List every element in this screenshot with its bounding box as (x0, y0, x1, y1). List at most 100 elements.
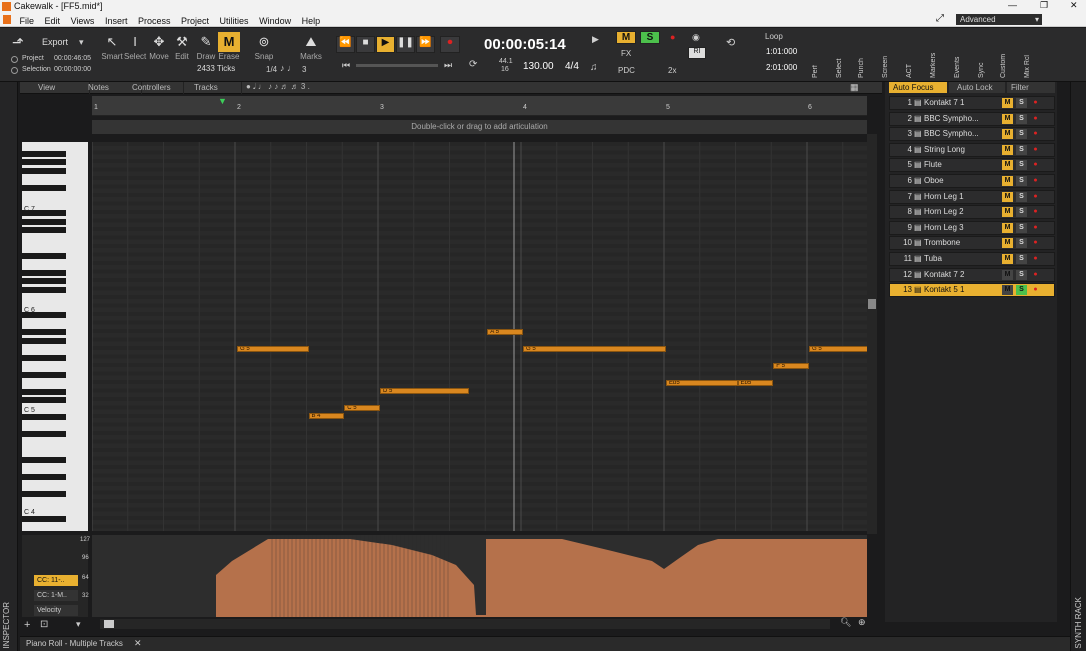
menu-insert[interactable]: Insert (101, 14, 132, 28)
solo-button[interactable]: S (1016, 191, 1027, 202)
track-name[interactable]: Horn Leg 2 (924, 206, 988, 218)
go-end-icon[interactable]: ⏭ (444, 60, 452, 71)
track-name[interactable]: Oboe (924, 175, 988, 187)
now-marker-icon[interactable]: ▼ (218, 96, 227, 106)
piano-keyboard[interactable]: C 7 C 6 C 5 C 4 (22, 142, 88, 531)
menu-window[interactable]: Window (255, 14, 295, 28)
midi-note[interactable]: Eb5 (737, 379, 774, 386)
add-lane-button[interactable]: + (24, 619, 30, 631)
note-duration-icons[interactable]: ♪ ♩ (280, 63, 296, 73)
record-button[interactable]: ⏺ (440, 36, 460, 53)
mute-button[interactable]: M (1002, 113, 1013, 124)
module-select[interactable]: Select (836, 32, 850, 78)
select-tool[interactable]: I Select (124, 32, 146, 61)
close-tab-icon[interactable]: ✕ (134, 638, 142, 649)
solo-button[interactable]: S (1016, 113, 1027, 124)
controllers-menu[interactable]: Controllers (128, 82, 184, 94)
black-key[interactable] (22, 414, 66, 420)
mute-button[interactable]: M (1002, 285, 1013, 296)
module-punch[interactable]: Punch (858, 32, 872, 78)
lane-layout-icon[interactable]: ⊡ (40, 619, 48, 630)
menu-edit[interactable]: Edit (41, 14, 65, 28)
tempo-display[interactable]: 130.00 (523, 61, 554, 72)
track-name[interactable]: Tuba (924, 253, 988, 265)
snap-fraction[interactable]: 1/4 (266, 65, 277, 74)
midi-note[interactable]: G 5 (237, 346, 309, 352)
black-key[interactable] (22, 159, 66, 165)
move-tool[interactable]: ✥ Move (148, 32, 170, 61)
track-row[interactable]: 6 ▤ Oboe M S ● (889, 174, 1055, 188)
erase-tool[interactable]: M Erase (218, 32, 240, 61)
track-row[interactable]: 13 ▤ Kontakt 5 1 M S ● (889, 283, 1055, 298)
loop-end-value[interactable]: 2:01:000 (766, 63, 797, 72)
mute-button[interactable]: M (1002, 254, 1013, 264)
solo-button[interactable]: S (1016, 207, 1027, 218)
app-menu-icon[interactable] (3, 15, 11, 24)
solo-button[interactable]: S (1016, 285, 1027, 296)
mute-button[interactable]: M (1002, 238, 1013, 249)
black-key[interactable] (22, 252, 66, 259)
solo-button[interactable]: S (1016, 269, 1027, 280)
tracks-menu[interactable]: Tracks (190, 82, 242, 94)
marks-button[interactable]: ⛰ Marks (300, 32, 322, 61)
record-arm-button[interactable]: ● (1030, 223, 1041, 233)
midi-note[interactable]: B 4 (308, 413, 345, 420)
view-menu[interactable]: View (34, 82, 90, 94)
module-events[interactable]: Events (954, 32, 968, 78)
mute-button[interactable]: M (1002, 98, 1013, 108)
synth-rack-tab[interactable]: SYNTH RACK (1074, 597, 1083, 649)
black-key[interactable] (22, 473, 66, 480)
record-arm-button[interactable]: ● (1030, 145, 1041, 155)
snap-ticks[interactable]: 2433 Ticks (197, 64, 235, 73)
play-button[interactable]: ▶ (376, 36, 395, 53)
forward-button[interactable]: ⏩ (416, 36, 435, 53)
record-arm-button[interactable]: ● (1030, 114, 1041, 124)
track-row[interactable]: 1 ▤ Kontakt 7 1 M S ● (889, 96, 1055, 110)
midi-note[interactable]: G 5 (809, 346, 867, 352)
mute-button[interactable]: M (1002, 176, 1013, 186)
export-dropdown-icon[interactable]: ▾ (79, 37, 84, 48)
mute-all-button[interactable]: M (616, 31, 636, 44)
menu-utilities[interactable]: Utilities (216, 14, 253, 28)
lane-menu-icon[interactable]: ▾ (76, 619, 81, 630)
track-name[interactable]: Flute (924, 159, 988, 171)
record-arm-button[interactable]: ● (1030, 160, 1041, 170)
track-row[interactable]: 8 ▤ Horn Leg 2 M S ● (889, 205, 1055, 220)
note-grid[interactable]: G 5 A 5 G 5 B 4 C 5 D 5 Eb5 Eb5 F 5 G 5 (92, 142, 867, 531)
controller-pane[interactable] (92, 535, 867, 617)
track-row[interactable]: 9 ▤ Horn Leg 3 M S ● (889, 220, 1055, 235)
solo-button[interactable]: S (1016, 222, 1027, 233)
position-slider[interactable] (356, 64, 438, 67)
snap-count[interactable]: 3 (302, 65, 306, 74)
midi-note[interactable]: F 5 (773, 362, 809, 369)
rewind-button[interactable]: ⏪ (336, 36, 355, 53)
smart-tool[interactable]: ↖ Smart (101, 32, 123, 61)
expand-icon[interactable]: ⤢ (936, 13, 944, 24)
track-name[interactable]: BBC Sympho... (924, 113, 988, 125)
input-monitor-icon[interactable]: ◉ (692, 32, 700, 43)
black-key[interactable] (22, 337, 66, 344)
cc1-lane[interactable]: CC: 1-M.. (34, 590, 78, 601)
velocity-lane[interactable]: Velocity (34, 605, 78, 616)
track-name[interactable]: Kontakt 7 1 (924, 97, 988, 109)
menu-process[interactable]: Process (134, 14, 175, 28)
zoom-out-icon[interactable]: 🔍︎ (840, 617, 851, 628)
black-key[interactable] (22, 286, 66, 293)
module-custom[interactable]: Custom (1000, 32, 1014, 78)
vertical-scroll-thumb[interactable] (868, 299, 876, 309)
solo-button[interactable]: S (1016, 129, 1027, 140)
horizontal-scrollbar[interactable] (100, 619, 830, 629)
record-arm-button[interactable]: ● (1030, 238, 1041, 248)
black-key[interactable] (22, 456, 66, 463)
midi-note[interactable]: Eb5 (666, 379, 738, 386)
loop-toggle-icon[interactable]: ⟲ (726, 36, 735, 49)
track-name[interactable]: Horn Leg 1 (924, 191, 988, 203)
export-button[interactable]: Export (42, 37, 68, 47)
track-name[interactable]: Trombone (924, 237, 988, 249)
cc11-lane[interactable]: CC: 11-.. (34, 575, 78, 586)
pdc-button[interactable]: PDC (618, 66, 635, 75)
solo-button[interactable]: S (1016, 98, 1027, 108)
record-arm-button[interactable]: ● (1030, 176, 1041, 186)
pause-button[interactable]: ❚❚ (396, 36, 415, 53)
track-row[interactable]: 3 ▤ BBC Sympho... M S ● (889, 127, 1055, 142)
